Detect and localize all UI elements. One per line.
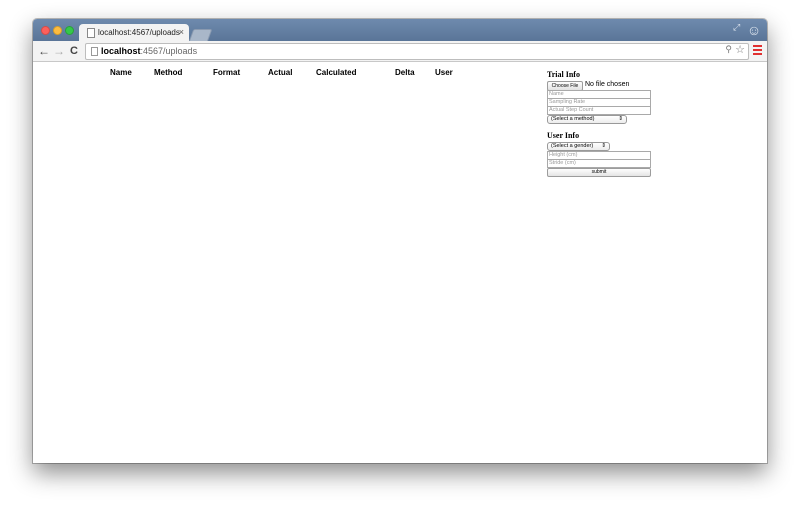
column-header-actual: Actual xyxy=(268,68,293,77)
title-bar: localhost:4567/uploads × ⤢ ☺ xyxy=(33,19,767,42)
forward-button[interactable]: → xyxy=(53,43,65,59)
user-info-heading: User Info xyxy=(547,131,580,140)
page-content: Name Method Format Actual Calculated Del… xyxy=(33,62,767,463)
fullscreen-icon[interactable]: ⤢ xyxy=(733,22,740,33)
minimize-window-button[interactable] xyxy=(53,26,62,35)
bookmark-star-icon[interactable]: ☆ xyxy=(735,43,745,56)
page-icon xyxy=(91,47,98,56)
back-button[interactable]: ← xyxy=(38,43,50,59)
actual-step-count-input[interactable]: Actual Step Count xyxy=(547,106,651,115)
url-path: :4567/uploads xyxy=(140,46,198,56)
search-icon[interactable]: ⚲ xyxy=(725,44,732,55)
profile-icon[interactable]: ☺ xyxy=(745,21,763,39)
column-header-name: Name xyxy=(110,68,132,77)
zoom-window-button[interactable] xyxy=(65,26,74,35)
submit-button[interactable]: submit xyxy=(547,168,651,177)
file-status: No file chosen xyxy=(585,81,630,88)
browser-window: localhost:4567/uploads × ⤢ ☺ ← → C local… xyxy=(33,19,767,463)
method-select-value: (Select a method) xyxy=(551,116,595,122)
trial-info-heading: Trial Info xyxy=(547,70,580,79)
column-header-format: Format xyxy=(213,68,241,77)
gender-select[interactable]: (Select a gender) ⇕ xyxy=(547,142,610,151)
tab-title: localhost:4567/uploads xyxy=(98,28,180,37)
column-header-method: Method xyxy=(154,68,183,77)
browser-toolbar: ← → C localhost:4567/uploads ⚲ ☆ xyxy=(33,41,767,62)
column-header-delta: Delta xyxy=(395,68,415,77)
page-icon xyxy=(87,28,95,38)
method-select[interactable]: (Select a method) ⇕ xyxy=(547,115,627,124)
tab-close-icon[interactable]: × xyxy=(179,27,184,37)
browser-tab[interactable]: localhost:4567/uploads × xyxy=(79,24,189,41)
url-host: localhost xyxy=(101,46,141,56)
reload-button[interactable]: C xyxy=(70,43,78,59)
column-header-user: User xyxy=(435,68,453,77)
gender-select-value: (Select a gender) xyxy=(551,143,594,149)
select-arrows-icon: ⇕ xyxy=(601,143,606,149)
menu-icon[interactable] xyxy=(753,45,762,57)
stride-input[interactable]: Stride (cm) xyxy=(547,159,651,168)
url-text[interactable]: localhost:4567/uploads xyxy=(101,46,197,56)
select-arrows-icon: ⇕ xyxy=(618,116,623,122)
address-bar[interactable]: localhost:4567/uploads ⚲ ☆ xyxy=(85,43,749,60)
close-window-button[interactable] xyxy=(41,26,50,35)
column-header-calculated: Calculated xyxy=(316,68,357,77)
